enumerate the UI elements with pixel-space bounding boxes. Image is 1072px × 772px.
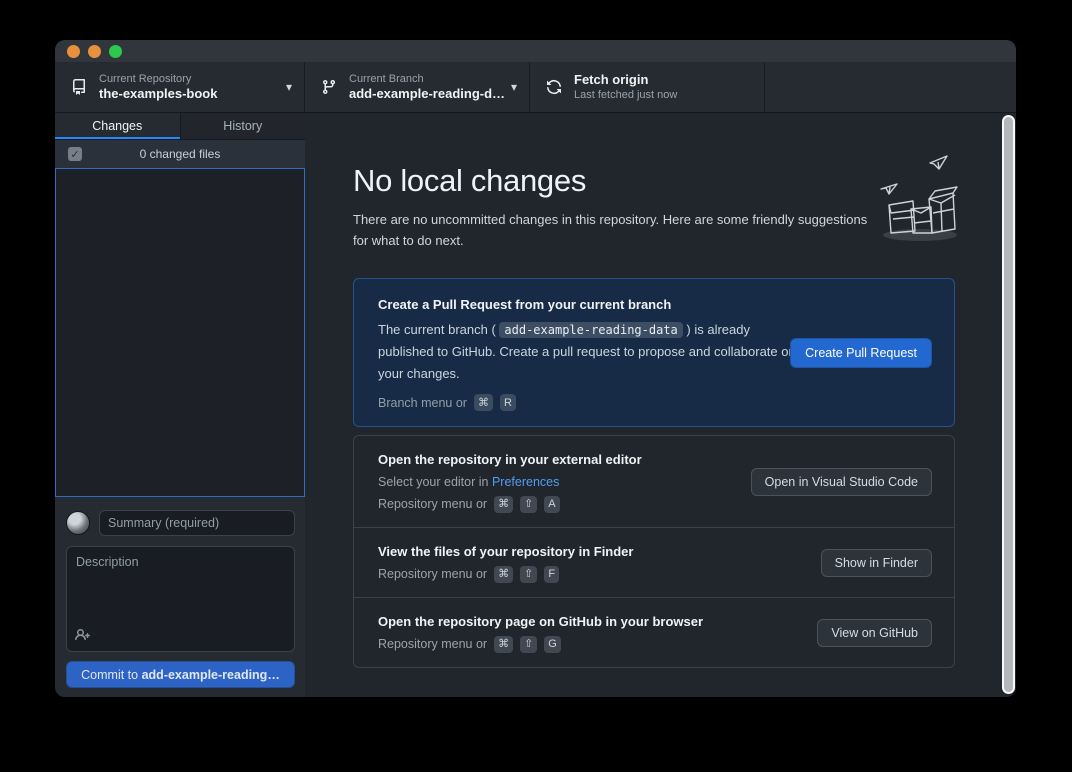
cmd-keycap: ⌘	[494, 566, 513, 583]
traffic-lights	[67, 45, 122, 58]
cmd-keycap: ⌘	[494, 496, 513, 513]
sync-icon	[546, 79, 562, 95]
r-keycap: R	[500, 394, 516, 411]
current-repository-selector[interactable]: Current Repository the-examples-book ▾	[55, 62, 305, 112]
fetch-status: Last fetched just now	[574, 88, 752, 102]
tab-changes[interactable]: Changes	[55, 113, 181, 139]
preferences-link[interactable]: Preferences	[492, 475, 559, 489]
fetch-origin-button[interactable]: Fetch origin Last fetched just now	[530, 62, 765, 112]
fetch-label: Fetch origin	[574, 72, 752, 88]
changed-files-header: ✓ 0 changed files	[55, 140, 305, 168]
main-content: No local changes There are no uncommitte…	[305, 113, 1016, 697]
cmd-keycap: ⌘	[494, 636, 513, 653]
branch-name: add-example-reading-d…	[349, 86, 505, 102]
zoom-button[interactable]	[109, 45, 122, 58]
external-editor-row: Open the repository in your external edi…	[354, 436, 954, 528]
select-all-checkbox[interactable]: ✓	[68, 147, 82, 161]
git-branch-icon	[321, 79, 337, 95]
current-branch-selector[interactable]: Current Branch add-example-reading-d… ▾	[305, 62, 530, 112]
view-on-github-button[interactable]: View on GitHub	[817, 619, 932, 647]
shortcut-prefix: Repository menu or	[378, 565, 487, 583]
page-subtitle: There are no uncommitted changes in this…	[353, 209, 868, 251]
show-in-finder-row: View the files of your repository in Fin…	[354, 528, 954, 598]
chevron-down-icon: ▾	[511, 80, 517, 94]
f-keycap: F	[544, 566, 559, 583]
create-pr-title: Create a Pull Request from your current …	[378, 296, 932, 314]
branch-code-chip: add-example-reading-data	[499, 322, 682, 338]
repository-label: Current Repository	[99, 72, 280, 86]
g-keycap: G	[544, 636, 561, 653]
titlebar	[55, 40, 1016, 62]
close-button[interactable]	[67, 45, 80, 58]
create-pr-card: Create a Pull Request from your current …	[353, 278, 955, 427]
external-editor-title: Open the repository in your external edi…	[378, 451, 932, 469]
create-pr-body: The current branch ( add-example-reading…	[378, 319, 798, 385]
scrollbar-thumb[interactable]	[1004, 117, 1013, 692]
shift-keycap: ⇧	[520, 496, 537, 513]
shift-keycap: ⇧	[520, 566, 537, 583]
toolbar: Current Repository the-examples-book ▾ C…	[55, 62, 1016, 113]
changes-list[interactable]	[55, 168, 305, 497]
open-in-vscode-button[interactable]: Open in Visual Studio Code	[751, 468, 932, 496]
editor-line-pre: Select your editor in	[378, 475, 492, 489]
add-coauthor-icon[interactable]	[75, 627, 93, 643]
suggestions-group: Open the repository in your external edi…	[353, 435, 955, 668]
shift-keycap: ⇧	[520, 636, 537, 653]
create-pr-shortcut: Branch menu or ⌘ R	[378, 394, 932, 411]
minimize-button[interactable]	[88, 45, 101, 58]
a-keycap: A	[544, 496, 559, 513]
avatar	[66, 511, 90, 535]
shortcut-prefix: Repository menu or	[378, 635, 487, 653]
github-desktop-window: Current Repository the-examples-book ▾ C…	[55, 40, 1016, 697]
show-in-finder-button[interactable]: Show in Finder	[821, 549, 932, 577]
chevron-down-icon: ▾	[286, 80, 292, 94]
sidebar-tabs: Changes History	[55, 113, 305, 140]
commit-button-branch: add-example-reading…	[142, 668, 280, 682]
create-pr-body-pre: The current branch (	[378, 322, 499, 337]
tab-history[interactable]: History	[181, 113, 306, 139]
sidebar: Changes History ✓ 0 changed files	[55, 113, 305, 697]
view-on-github-row: Open the repository page on GitHub in yo…	[354, 598, 954, 667]
paper-bin-illustration	[875, 153, 961, 245]
external-editor-shortcut: Repository menu or ⌘ ⇧ A	[378, 495, 932, 513]
changed-files-count: 0 changed files	[55, 147, 305, 161]
vertical-scrollbar	[1002, 115, 1015, 694]
fetch-text: Fetch origin Last fetched just now	[574, 72, 752, 102]
shortcut-prefix: Repository menu or	[378, 495, 487, 513]
cmd-keycap: ⌘	[474, 394, 493, 411]
desktop-background: Current Repository the-examples-book ▾ C…	[0, 0, 1072, 772]
commit-button-prefix: Commit to	[81, 668, 141, 682]
repository-name: the-examples-book	[99, 86, 280, 102]
commit-button[interactable]: Commit to add-example-reading…	[66, 661, 295, 688]
description-input[interactable]	[66, 546, 295, 652]
summary-input[interactable]	[99, 510, 295, 536]
repository-text: Current Repository the-examples-book	[99, 72, 280, 102]
branch-label: Current Branch	[349, 72, 505, 86]
shortcut-prefix: Branch menu or	[378, 396, 467, 410]
repo-icon	[71, 79, 87, 95]
commit-form: Commit to add-example-reading…	[55, 497, 305, 697]
branch-text: Current Branch add-example-reading-d…	[349, 72, 505, 102]
create-pull-request-button[interactable]: Create Pull Request	[790, 338, 932, 368]
